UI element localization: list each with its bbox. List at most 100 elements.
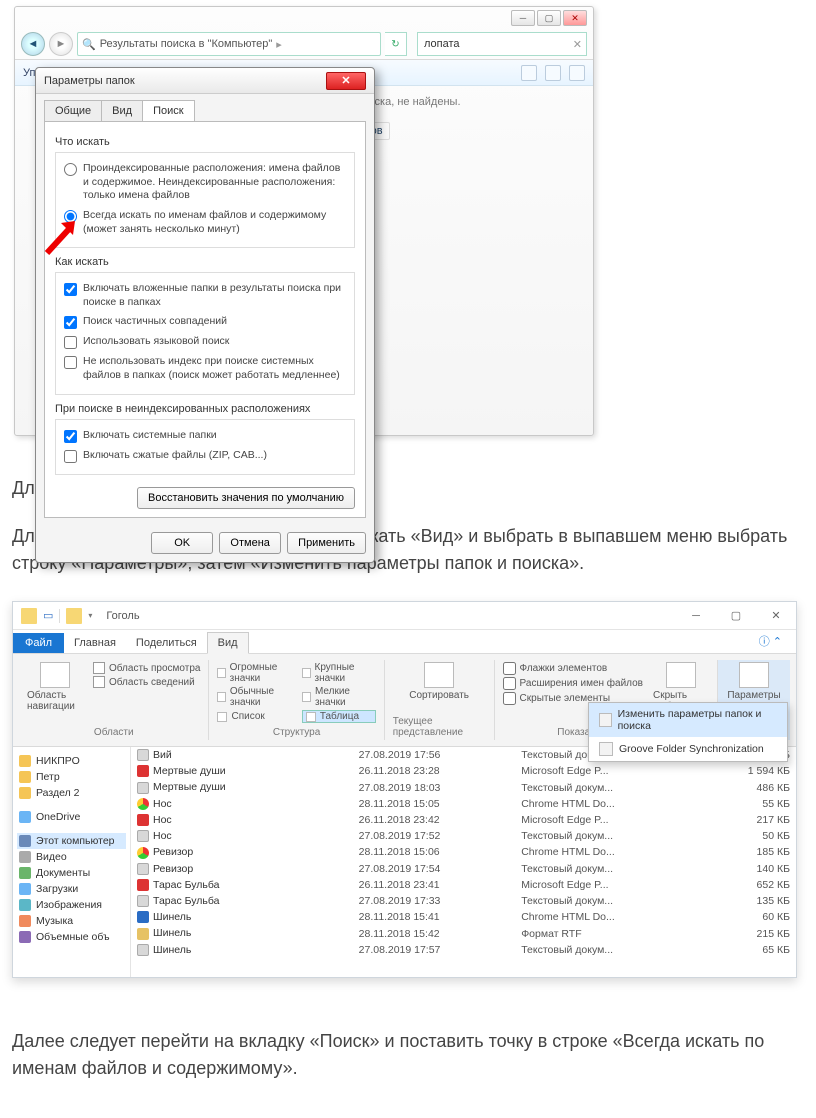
breadcrumb-text: Результаты поиска в "Компьютер"	[100, 38, 273, 50]
preview-pane-icon[interactable]	[545, 65, 561, 81]
sidebar-item[interactable]: Объемные объ	[17, 929, 126, 945]
dd-groove-sync[interactable]: Groove Folder Synchronization	[589, 737, 787, 761]
sidebar-item-icon	[19, 811, 31, 823]
dd-change-folder-options[interactable]: Изменить параметры папок и поиска	[589, 703, 787, 737]
chk-subfolders[interactable]: Включать вложенные папки в результаты по…	[64, 279, 346, 312]
qat-dropdown-icon[interactable]: ▾	[88, 611, 92, 620]
chk-compressed[interactable]: Включать сжатые файлы (ZIP, CAB...)	[64, 446, 346, 466]
file-row[interactable]: Тарас Бульба27.08.2019 17:33Текстовый до…	[131, 893, 796, 909]
file-row[interactable]: Ревизор28.11.2018 15:06Chrome HTML Do...…	[131, 844, 796, 860]
sidebar-item[interactable]: Раздел 2	[17, 785, 126, 801]
ok-button[interactable]: OK	[151, 532, 213, 554]
sidebar-item-label: Этот компьютер	[36, 835, 115, 847]
tab-share[interactable]: Поделиться	[126, 633, 207, 653]
forward-button[interactable]: ►	[49, 32, 73, 56]
restore-defaults-button[interactable]: Восстановить значения по умолчанию	[137, 487, 355, 509]
sidebar-item-icon	[19, 851, 31, 863]
sidebar-item[interactable]: Изображения	[17, 897, 126, 913]
back-button[interactable]: ◄	[21, 32, 45, 56]
tab-view[interactable]: Вид	[207, 632, 249, 654]
file-icon	[137, 847, 149, 859]
dialog-body: Что искать Проиндексированные расположен…	[44, 121, 366, 518]
preview-pane-toggle[interactable]: Область просмотра	[93, 662, 200, 674]
chk-partial[interactable]: Поиск частичных совпадений	[64, 312, 346, 332]
chk-file-extensions[interactable]: Расширения имен файлов	[503, 677, 643, 690]
view-mode-icon[interactable]	[521, 65, 537, 81]
minimize-button[interactable]: ─	[676, 602, 716, 630]
sidebar-item[interactable]: Петр	[17, 769, 126, 785]
tab-general[interactable]: Общие	[44, 100, 102, 121]
file-icon	[137, 798, 149, 810]
qat-save-icon[interactable]: ▭	[43, 609, 53, 622]
ribbon-group-currentview: Сортировать Текущее представление	[385, 660, 495, 740]
ribbon-help-icon[interactable]: ⓘ ⌃	[745, 629, 796, 653]
radio-indexed[interactable]: Проиндексированные расположения: имена ф…	[64, 159, 346, 206]
maximize-button[interactable]: ▢	[716, 602, 756, 630]
file-row[interactable]: Шинель27.08.2019 17:57Текстовый докум...…	[131, 942, 796, 958]
sidebar-item[interactable]: Этот компьютер	[17, 833, 126, 849]
file-icon	[137, 895, 149, 907]
sort-button[interactable]: Сортировать	[411, 662, 467, 701]
sidebar-item[interactable]: Документы	[17, 865, 126, 881]
folder-icon	[21, 608, 37, 624]
file-row[interactable]: Нос26.11.2018 23:42Microsoft Edge P...21…	[131, 812, 796, 828]
sidebar-item-label: НИКПРО	[36, 755, 80, 767]
sidebar-item[interactable]: Загрузки	[17, 881, 126, 897]
view-layout-gallery[interactable]: Огромные значки Крупные значки Обычные з…	[217, 662, 375, 723]
group-label: Области	[94, 727, 134, 738]
sidebar-item[interactable]: НИКПРО	[17, 753, 126, 769]
close-button[interactable]: ✕	[756, 602, 796, 630]
sidebar-item-icon	[19, 931, 31, 943]
ribbon-group-layout: Огромные значки Крупные значки Обычные з…	[209, 660, 384, 740]
maximize-button[interactable]: ▢	[537, 10, 561, 26]
file-row[interactable]: Шинель28.11.2018 15:41Chrome HTML Do...6…	[131, 909, 796, 925]
sidebar-item[interactable]: Музыка	[17, 913, 126, 929]
cancel-button[interactable]: Отмена	[219, 532, 281, 554]
search-value: лопата	[424, 38, 460, 50]
dialog-close-button[interactable]: ✕	[326, 72, 366, 90]
tab-file[interactable]: Файл	[13, 633, 64, 653]
minimize-button[interactable]: ─	[511, 10, 535, 26]
tab-view[interactable]: Вид	[101, 100, 143, 121]
file-row[interactable]: Мертвые души26.11.2018 23:28Microsoft Ed…	[131, 763, 796, 779]
sidebar-item[interactable]: OneDrive	[17, 809, 126, 825]
group-what: Проиндексированные расположения: имена ф…	[55, 152, 355, 248]
chk-noindex[interactable]: Не использовать индекс при поиске систем…	[64, 352, 346, 385]
search-input[interactable]: лопата ✕	[417, 32, 587, 56]
chk-item-checkboxes[interactable]: Флажки элементов	[503, 662, 643, 675]
sidebar-item-icon	[19, 915, 31, 927]
file-icon	[137, 911, 149, 923]
help-icon[interactable]	[569, 65, 585, 81]
group-how-title: Как искать	[55, 256, 355, 268]
chk-systemfolders[interactable]: Включать системные папки	[64, 426, 346, 446]
apply-button[interactable]: Применить	[287, 532, 366, 554]
group-how: Включать вложенные папки в результаты по…	[55, 272, 355, 395]
win10-file-list[interactable]: Вий27.08.2019 17:56Текстовый докум...76 …	[131, 747, 796, 977]
chk-natural-lang[interactable]: Использовать языковой поиск	[64, 332, 346, 352]
radio-always-search[interactable]: Всегда искать по именам файлов и содержи…	[64, 206, 346, 239]
win10-sidebar[interactable]: НИКПРО Петр Раздел 2 OneDrive Этот компьютер…	[13, 747, 131, 977]
file-row[interactable]: Нос27.08.2019 17:52Текстовый докум...50 …	[131, 828, 796, 844]
ribbon-group-panes: Область навигации Область просмотра Обла…	[19, 660, 209, 740]
close-button[interactable]: ✕	[563, 10, 587, 26]
file-row[interactable]: Тарас Бульба26.11.2018 23:41Microsoft Ed…	[131, 877, 796, 893]
file-icon	[137, 879, 149, 891]
refresh-button[interactable]: ↻	[385, 32, 407, 56]
sidebar-item-label: Петр	[36, 771, 60, 783]
file-row[interactable]: Нос28.11.2018 15:05Chrome HTML Do...55 К…	[131, 796, 796, 812]
sidebar-item-icon	[19, 771, 31, 783]
nav-pane-button[interactable]: Область навигации	[27, 662, 83, 712]
tab-search[interactable]: Поиск	[142, 100, 194, 121]
sidebar-item[interactable]: Видео	[17, 849, 126, 865]
file-row[interactable]: Мертвые души27.08.2019 18:03Текстовый до…	[131, 779, 796, 795]
details-pane-toggle[interactable]: Область сведений	[93, 676, 200, 688]
breadcrumb[interactable]: 🔍 Результаты поиска в "Компьютер" ▸	[77, 32, 381, 56]
file-row[interactable]: Шинель28.11.2018 15:42Формат RTF215 КБ	[131, 925, 796, 941]
sidebar-item-label: Документы	[36, 867, 90, 879]
group-label: Структура	[273, 727, 320, 738]
clear-search-icon[interactable]: ✕	[573, 38, 582, 51]
separator	[59, 609, 60, 623]
file-row[interactable]: Ревизор27.08.2019 17:54Текстовый докум..…	[131, 861, 796, 877]
tab-main[interactable]: Главная	[64, 633, 126, 653]
paragraph-2: Далее следует перейти на вкладку «Поиск»…	[12, 1028, 804, 1082]
